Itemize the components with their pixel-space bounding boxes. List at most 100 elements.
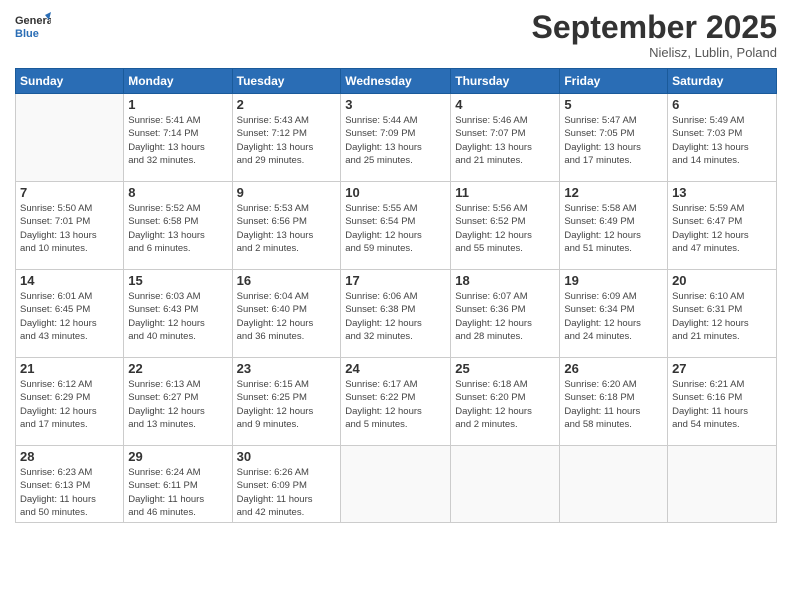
day-info: Sunrise: 6:20 AM Sunset: 6:18 PM Dayligh… [564, 378, 663, 431]
table-row [560, 446, 668, 523]
day-number: 24 [345, 361, 446, 376]
table-row [668, 446, 777, 523]
day-number: 18 [455, 273, 555, 288]
table-row: 29 Sunrise: 6:24 AM Sunset: 6:11 PM Dayli… [124, 446, 232, 523]
calendar-table: Sunday Monday Tuesday Wednesday Thursday… [15, 68, 777, 523]
table-row [16, 94, 124, 182]
day-number: 15 [128, 273, 227, 288]
day-info: Sunrise: 5:52 AM Sunset: 6:58 PM Dayligh… [128, 202, 227, 255]
table-row: 3 Sunrise: 5:44 AM Sunset: 7:09 PM Daylig… [341, 94, 451, 182]
day-info: Sunrise: 5:46 AM Sunset: 7:07 PM Dayligh… [455, 114, 555, 167]
table-row: 14 Sunrise: 6:01 AM Sunset: 6:45 PM Dayli… [16, 270, 124, 358]
table-row: 9Sunrise: 5:53 AM Sunset: 6:56 PM Daylig… [232, 182, 341, 270]
day-number: 7 [20, 185, 119, 200]
table-row: 10Sunrise: 5:55 AM Sunset: 6:54 PM Dayli… [341, 182, 451, 270]
day-number: 9 [237, 185, 337, 200]
table-row: 28 Sunrise: 6:23 AM Sunset: 6:13 PM Dayli… [16, 446, 124, 523]
day-info: Sunrise: 5:41 AM Sunset: 7:14 PM Dayligh… [128, 114, 227, 167]
page: General Blue September 2025 Nielisz, Lub… [0, 0, 792, 612]
day-info: Sunrise: 5:55 AM Sunset: 6:54 PM Dayligh… [345, 202, 446, 255]
table-row: 30 Sunrise: 6:26 AM Sunset: 6:09 PM Dayli… [232, 446, 341, 523]
day-number: 3 [345, 97, 446, 112]
table-row: 20 Sunrise: 6:10 AM Sunset: 6:31 PM Dayli… [668, 270, 777, 358]
day-info: Sunrise: 5:47 AM Sunset: 7:05 PM Dayligh… [564, 114, 663, 167]
day-info: Sunrise: 5:49 AM Sunset: 7:03 PM Dayligh… [672, 114, 772, 167]
day-info: Sunrise: 6:01 AM Sunset: 6:45 PM Dayligh… [20, 290, 119, 343]
month-title: September 2025 [532, 10, 777, 45]
day-number: 26 [564, 361, 663, 376]
table-row: 21 Sunrise: 6:12 AM Sunset: 6:29 PM Dayli… [16, 358, 124, 446]
day-info: Sunrise: 6:15 AM Sunset: 6:25 PM Dayligh… [237, 378, 337, 431]
day-info: Sunrise: 6:18 AM Sunset: 6:20 PM Dayligh… [455, 378, 555, 431]
table-row: 13Sunrise: 5:59 AM Sunset: 6:47 PM Dayli… [668, 182, 777, 270]
table-row: 26 Sunrise: 6:20 AM Sunset: 6:18 PM Dayli… [560, 358, 668, 446]
day-number: 19 [564, 273, 663, 288]
svg-text:Blue: Blue [15, 28, 39, 40]
day-info: Sunrise: 6:17 AM Sunset: 6:22 PM Dayligh… [345, 378, 446, 431]
table-row: 6 Sunrise: 5:49 AM Sunset: 7:03 PM Daylig… [668, 94, 777, 182]
table-row [451, 446, 560, 523]
header: General Blue September 2025 Nielisz, Lub… [15, 10, 777, 60]
table-row [341, 446, 451, 523]
day-number: 27 [672, 361, 772, 376]
day-number: 6 [672, 97, 772, 112]
header-thursday: Thursday [451, 69, 560, 94]
subtitle: Nielisz, Lublin, Poland [532, 45, 777, 60]
header-wednesday: Wednesday [341, 69, 451, 94]
table-row: 27 Sunrise: 6:21 AM Sunset: 6:16 PM Dayli… [668, 358, 777, 446]
logo: General Blue [15, 10, 51, 46]
day-number: 11 [455, 185, 555, 200]
day-info: Sunrise: 6:03 AM Sunset: 6:43 PM Dayligh… [128, 290, 227, 343]
day-info: Sunrise: 6:06 AM Sunset: 6:38 PM Dayligh… [345, 290, 446, 343]
day-number: 30 [237, 449, 337, 464]
day-info: Sunrise: 5:50 AM Sunset: 7:01 PM Dayligh… [20, 202, 119, 255]
table-row: 24 Sunrise: 6:17 AM Sunset: 6:22 PM Dayli… [341, 358, 451, 446]
day-number: 17 [345, 273, 446, 288]
header-friday: Friday [560, 69, 668, 94]
table-row: 4Sunrise: 5:46 AM Sunset: 7:07 PM Daylig… [451, 94, 560, 182]
table-row: 16 Sunrise: 6:04 AM Sunset: 6:40 PM Dayli… [232, 270, 341, 358]
header-tuesday: Tuesday [232, 69, 341, 94]
day-info: Sunrise: 6:07 AM Sunset: 6:36 PM Dayligh… [455, 290, 555, 343]
table-row: 11 Sunrise: 5:56 AM Sunset: 6:52 PM Dayli… [451, 182, 560, 270]
day-number: 2 [237, 97, 337, 112]
table-row: 23 Sunrise: 6:15 AM Sunset: 6:25 PM Dayli… [232, 358, 341, 446]
table-row: 12 Sunrise: 5:58 AM Sunset: 6:49 PM Dayli… [560, 182, 668, 270]
day-number: 12 [564, 185, 663, 200]
day-info: Sunrise: 5:56 AM Sunset: 6:52 PM Dayligh… [455, 202, 555, 255]
day-info: Sunrise: 6:10 AM Sunset: 6:31 PM Dayligh… [672, 290, 772, 343]
table-row: 18 Sunrise: 6:07 AM Sunset: 6:36 PM Dayli… [451, 270, 560, 358]
table-row: 5 Sunrise: 5:47 AM Sunset: 7:05 PM Daylig… [560, 94, 668, 182]
day-info: Sunrise: 5:58 AM Sunset: 6:49 PM Dayligh… [564, 202, 663, 255]
day-info: Sunrise: 6:26 AM Sunset: 6:09 PM Dayligh… [237, 466, 337, 519]
table-row: 7 Sunrise: 5:50 AM Sunset: 7:01 PM Daylig… [16, 182, 124, 270]
day-number: 20 [672, 273, 772, 288]
day-info: Sunrise: 6:04 AM Sunset: 6:40 PM Dayligh… [237, 290, 337, 343]
day-info: Sunrise: 6:12 AM Sunset: 6:29 PM Dayligh… [20, 378, 119, 431]
day-info: Sunrise: 6:23 AM Sunset: 6:13 PM Dayligh… [20, 466, 119, 519]
table-row: 2 Sunrise: 5:43 AM Sunset: 7:12 PM Daylig… [232, 94, 341, 182]
day-info: Sunrise: 6:24 AM Sunset: 6:11 PM Dayligh… [128, 466, 227, 519]
header-monday: Monday [124, 69, 232, 94]
day-number: 23 [237, 361, 337, 376]
table-row: 17 Sunrise: 6:06 AM Sunset: 6:38 PM Dayli… [341, 270, 451, 358]
day-info: Sunrise: 6:09 AM Sunset: 6:34 PM Dayligh… [564, 290, 663, 343]
day-number: 14 [20, 273, 119, 288]
day-info: Sunrise: 5:43 AM Sunset: 7:12 PM Dayligh… [237, 114, 337, 167]
logo-svg: General Blue [15, 10, 51, 46]
day-info: Sunrise: 6:13 AM Sunset: 6:27 PM Dayligh… [128, 378, 227, 431]
title-block: September 2025 Nielisz, Lublin, Poland [532, 10, 777, 60]
day-info: Sunrise: 5:44 AM Sunset: 7:09 PM Dayligh… [345, 114, 446, 167]
table-row: 25 Sunrise: 6:18 AM Sunset: 6:20 PM Dayli… [451, 358, 560, 446]
day-number: 25 [455, 361, 555, 376]
day-number: 13 [672, 185, 772, 200]
table-row: 15 Sunrise: 6:03 AM Sunset: 6:43 PM Dayli… [124, 270, 232, 358]
day-number: 29 [128, 449, 227, 464]
day-number: 16 [237, 273, 337, 288]
day-number: 1 [128, 97, 227, 112]
day-number: 8 [128, 185, 227, 200]
day-number: 28 [20, 449, 119, 464]
day-info: Sunrise: 6:21 AM Sunset: 6:16 PM Dayligh… [672, 378, 772, 431]
day-number: 21 [20, 361, 119, 376]
day-number: 5 [564, 97, 663, 112]
